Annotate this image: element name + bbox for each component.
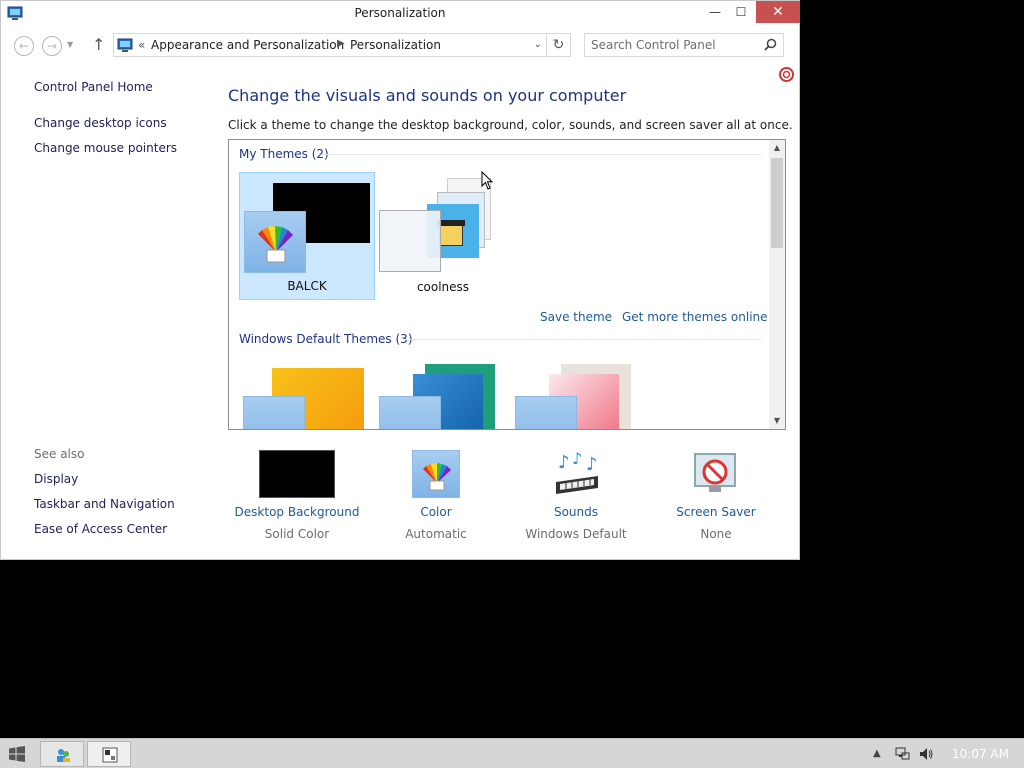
color-palette-icon [515, 396, 577, 429]
theme-list[interactable]: My Themes (2) BALCK coolness Save theme … [228, 139, 786, 430]
taskbar: ▲ 10:07 AM [0, 738, 1024, 768]
window-title: Personalization [354, 6, 446, 20]
see-also-heading: See also [34, 447, 85, 461]
ease-of-access-link[interactable]: Ease of Access Center [34, 522, 167, 536]
breadcrumb-personalization[interactable]: Personalization [350, 38, 441, 52]
address-dropdown-icon[interactable]: ⌄ [534, 39, 542, 50]
maximize-button[interactable]: ☐ [727, 1, 755, 23]
save-theme-link[interactable]: Save theme [540, 310, 612, 324]
sounds-icon[interactable]: ♪ ♪ ♪ [552, 450, 602, 500]
show-hidden-icons-icon[interactable]: ▲ [873, 748, 881, 759]
control-panel-icon [117, 38, 133, 52]
up-arrow-icon[interactable]: ↑ [92, 35, 105, 54]
system-clock[interactable]: 10:07 AM [952, 747, 1009, 761]
taskbar-navigation-link[interactable]: Taskbar and Navigation [34, 497, 175, 511]
color-swatch [379, 210, 441, 272]
change-mouse-pointers-link[interactable]: Change mouse pointers [34, 141, 177, 155]
control-panel-icon [102, 747, 118, 763]
control-panel-home-link[interactable]: Control Panel Home [34, 80, 153, 94]
theme-list-scrollbar[interactable]: ▲ ▼ [769, 140, 785, 429]
title-bar[interactable]: Personalization — ☐ ✕ [1, 1, 800, 27]
breadcrumb-overflow[interactable]: « [138, 38, 145, 52]
mouse-cursor-icon [481, 171, 494, 190]
scroll-thumb[interactable] [771, 158, 783, 248]
desktop-background-icon[interactable] [259, 450, 335, 498]
color-palette-icon[interactable] [412, 450, 460, 498]
refresh-button[interactable]: ↻ [547, 33, 571, 57]
my-themes-heading[interactable]: My Themes (2) [239, 147, 329, 161]
breadcrumb-separator-icon[interactable]: ▶ [337, 38, 345, 49]
help-icon[interactable] [779, 67, 794, 82]
setting-value: Automatic [405, 527, 467, 541]
setting-value: Solid Color [264, 527, 330, 541]
taskbar-app-control-panel[interactable] [87, 741, 131, 767]
address-bar[interactable]: « Appearance and Personalization ▶ Perso… [113, 33, 547, 57]
forward-arrow-icon[interactable]: → [42, 36, 62, 56]
scroll-up-arrow-icon[interactable]: ▲ [769, 140, 785, 156]
svg-text:♪: ♪ [558, 452, 570, 473]
volume-icon[interactable] [918, 746, 934, 762]
minimize-button[interactable]: — [701, 1, 729, 23]
windows-start-icon[interactable] [9, 746, 25, 762]
screen-saver-icon[interactable] [691, 450, 741, 498]
change-desktop-icons-link[interactable]: Change desktop icons [34, 116, 167, 130]
setting-label[interactable]: Desktop Background [227, 505, 367, 519]
color-palette-icon [244, 211, 306, 273]
theme-flowers[interactable] [511, 358, 647, 429]
color-palette-icon [379, 396, 441, 429]
theme-lines-and-colors[interactable] [375, 358, 511, 429]
taskbar-app-explorer[interactable] [40, 741, 84, 767]
setting-value: Windows Default [525, 527, 627, 541]
display-link[interactable]: Display [34, 472, 78, 486]
svg-text:♪: ♪ [586, 454, 598, 475]
network-icon[interactable] [894, 746, 910, 762]
breadcrumb-appearance[interactable]: Appearance and Personalization [151, 38, 344, 52]
group-divider [321, 154, 761, 155]
setting-label[interactable]: Sounds [506, 505, 646, 519]
search-box[interactable] [584, 33, 784, 57]
default-themes-heading[interactable]: Windows Default Themes (3) [239, 332, 413, 346]
scroll-down-arrow-icon[interactable]: ▼ [769, 413, 785, 429]
color-palette-icon [243, 396, 305, 429]
search-icon[interactable] [764, 38, 777, 51]
get-more-themes-link[interactable]: Get more themes online [622, 310, 768, 324]
setting-label[interactable]: Color [366, 505, 506, 519]
close-button[interactable]: ✕ [756, 1, 800, 23]
theme-balck[interactable]: BALCK [239, 172, 375, 300]
theme-windows[interactable] [239, 358, 375, 429]
navigation-bar: ← → ▼ ↑ « Appearance and Personalization… [1, 29, 799, 61]
page-title: Change the visuals and sounds on your co… [228, 86, 627, 105]
users-icon [57, 749, 70, 762]
search-input[interactable] [591, 38, 761, 52]
setting-label[interactable]: Screen Saver [646, 505, 786, 519]
theme-name: coolness [416, 280, 470, 294]
back-arrow-icon[interactable]: ← [14, 36, 34, 56]
group-divider [404, 339, 761, 340]
theme-coolness[interactable]: coolness [375, 172, 511, 300]
theme-name: BALCK [287, 279, 327, 293]
recent-locations-chevron-icon[interactable]: ▼ [67, 40, 73, 49]
page-description: Click a theme to change the desktop back… [228, 118, 793, 132]
personalization-window: Personalization — ☐ ✕ ← → ▼ ↑ « Appearan… [0, 0, 800, 560]
setting-value: None [700, 527, 732, 541]
svg-text:♪: ♪ [572, 450, 582, 468]
